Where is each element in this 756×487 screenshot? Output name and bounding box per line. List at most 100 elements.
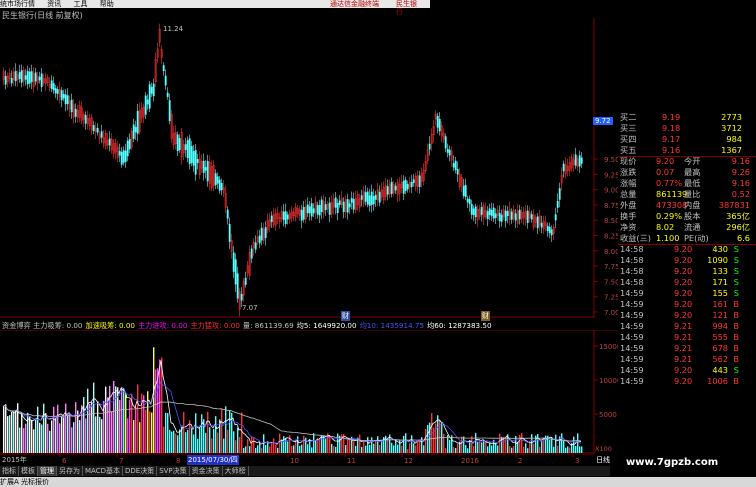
candle-body [220,183,223,191]
menu-info[interactable]: 资讯 [47,0,61,8]
tick-row[interactable]: 14:59 9.21 555 B [618,332,752,343]
volume-bar [477,441,479,453]
bid-row[interactable]: 买四 9.17 984 [618,134,752,145]
candle-body [66,95,69,105]
tick-row[interactable]: 14:59 9.21 994 B [618,321,752,332]
tick-price: 9.20 [674,266,693,276]
stat-row[interactable]: 换手 0.29% 股本 365亿 [618,211,752,222]
volume-bar [77,410,79,453]
candle-body [206,160,209,182]
tab-4[interactable]: MACD基本 [83,466,123,476]
stat-label: 总量 [620,189,637,199]
volume-bar [89,404,91,453]
volume-bar [377,436,379,453]
stat-row[interactable]: 净资 8.02 流通 296亿 [618,222,752,233]
tab-8[interactable]: 大师榜 [223,466,249,476]
tab-1[interactable]: 模板 [19,466,38,476]
tab-6[interactable]: SVP决策 [157,466,190,476]
tick-time: 14:58 [620,277,644,287]
stat-row[interactable]: 涨跌 0.07 最高 9.26 [618,167,752,178]
tick-row[interactable]: 14:58 9.20 133 S [618,266,752,277]
candle-body [468,199,471,205]
candle-body [470,204,473,215]
tab-5[interactable]: DDE决策 [123,466,158,476]
tick-row[interactable]: 14:59 9.21 678 B [618,343,752,354]
candle-body [258,235,261,244]
candle-body [536,216,539,229]
stat-row[interactable]: 现价 9.20 今开 9.16 [618,156,752,167]
volume-bar [121,387,123,453]
bid-row[interactable]: 买五 9.16 1367 [618,145,752,156]
tick-row[interactable]: 14:58 9.20 171 S [618,277,752,288]
candle-body [176,134,179,152]
menu-tools[interactable]: 工具 [73,0,87,8]
bid-row[interactable]: 买三 9.18 3712 [618,123,752,134]
volume-bar [229,410,231,453]
candle-body [166,92,169,97]
candle-body [132,124,135,139]
tick-row[interactable]: 14:59 9.21 562 B [618,354,752,365]
volume-bar [313,433,315,453]
volume-bar [11,411,13,453]
volume-bar [113,380,115,453]
candle-body [62,93,65,99]
candle-body [364,192,367,202]
tick-row[interactable]: 14:58 9.20 1090 S [618,255,752,266]
quote-panel: 买二 9.19 2773 买三 9.18 3712 买四 9.17 984 买五 9.16 1367 现… [618,112,756,456]
volume-bar [159,359,161,453]
volume-bar [213,429,215,453]
tab-7[interactable]: 资金决策 [190,466,223,476]
candle-body [134,126,137,133]
stat-label: 量比 [684,189,701,199]
bid-row[interactable]: 买二 9.19 2773 [618,112,752,123]
stat-value: 9.20 [656,156,675,166]
tick-row[interactable]: 14:59 9.20 161 B [618,299,752,310]
candle-body [150,86,153,94]
price-tick-label: 7.75 [604,263,618,271]
volume-bar [537,434,539,453]
tick-row[interactable]: 14:59 9.20 121 B [618,310,752,321]
candle-body [402,180,405,194]
menu-help[interactable]: 帮助 [100,0,114,8]
finance-marker[interactable]: 财 [341,311,350,321]
volume-bar [105,386,107,453]
tick-side: B [733,343,739,353]
candle-body [146,99,149,105]
volume-bar [241,412,243,453]
volume-bar [361,446,363,453]
candle-body [488,208,491,215]
candle-body [192,151,195,166]
candle-body [436,115,439,128]
volume-bar [341,434,343,453]
tab-3[interactable]: 另存为 [57,466,83,476]
tick-volume: 155 [712,288,728,298]
date-tick-label: 11 [347,457,356,465]
tick-row[interactable]: 14:58 9.20 430 S [618,244,752,255]
tick-row[interactable]: 14:59 9.20 443 S [618,365,752,376]
tick-time: 14:59 [620,310,644,320]
volume-bar [533,443,535,453]
stat-row[interactable]: 收益(三) 1.100 PE(动) 6.6 [618,233,752,244]
ticker-stock[interactable]: 民生银行 [396,0,420,16]
volume-bar [153,347,155,453]
volume-bar [69,414,71,453]
stat-label: 最低 [684,178,701,188]
candle-body [26,71,29,85]
stat-row[interactable]: 涨幅 0.77% 最低 9.16 [618,178,752,189]
tick-row[interactable]: 14:59 9.20 1006 B [618,376,752,387]
stat-row[interactable]: 总量 861139 量比 0.52 [618,189,752,200]
candle-body [236,273,239,299]
stat-row[interactable]: 外盘 473308 内盘 387831 [618,200,752,211]
period-label[interactable]: 日线 [596,455,610,465]
finance-marker[interactable]: 财 [481,311,490,321]
price-chart[interactable]: 9.50 9.25 9.00 8.75 8.50 8.25 8.00 7.75 7.50 7.25… [0,18,618,318]
volume-chart[interactable]: 15000 10000 5000 X100 [0,330,618,454]
volume-bar [83,397,85,453]
menu-market[interactable]: 统市场行情 [0,0,35,8]
volume-bar [381,440,383,453]
tab-0[interactable]: 指标 [0,466,19,476]
tick-row[interactable]: 14:59 9.20 155 S [618,288,752,299]
candle-body [518,209,521,220]
volume-bar [21,413,23,453]
tab-2[interactable]: 管理 [38,466,57,476]
